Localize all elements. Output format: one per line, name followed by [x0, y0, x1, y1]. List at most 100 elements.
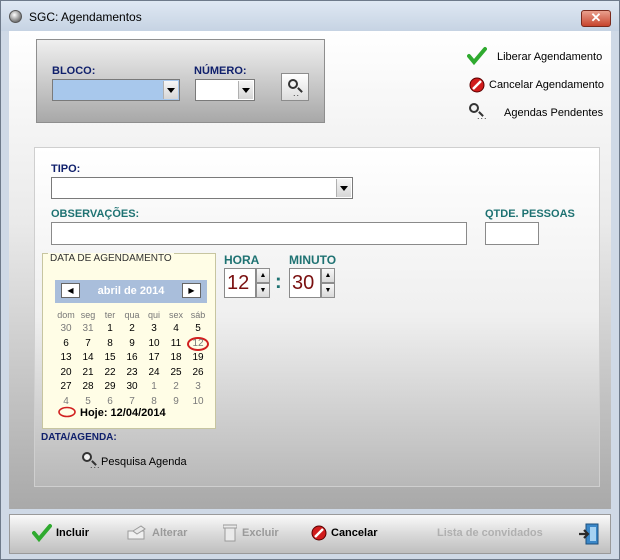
qtde-pessoas-label: QTDE. PESSOAS — [485, 208, 575, 220]
hora-label: HORA — [224, 253, 260, 267]
data-agenda-label: DATA/AGENDA: — [41, 432, 117, 443]
trash-icon — [222, 524, 238, 545]
calendar-day[interactable]: 7 — [77, 338, 99, 349]
exit-icon[interactable] — [578, 522, 600, 549]
window-title: SGC: Agendamentos — [29, 10, 142, 24]
qtde-pessoas-field[interactable] — [485, 222, 539, 245]
calendar-day[interactable]: 9 — [165, 396, 187, 407]
calendar-day[interactable]: 8 — [99, 338, 121, 349]
calendar-day[interactable]: 12 — [187, 338, 209, 349]
calendar-day[interactable]: 22 — [99, 367, 121, 378]
search-icon: ... — [469, 103, 489, 123]
checkmark-icon — [32, 523, 52, 546]
calendar-day[interactable]: 7 — [121, 396, 143, 407]
time-separator: : — [275, 271, 282, 293]
minuto-up-button[interactable]: ▲ — [321, 268, 335, 283]
bottom-toolbar: Incluir Alterar Excluir Cancelar Lista d… — [9, 514, 611, 554]
calendar-day[interactable]: 15 — [99, 352, 121, 363]
client-area: BLOCO: NÚMERO: .. Liberar Agendamento Ca… — [9, 31, 611, 509]
calendar-day[interactable]: 26 — [187, 367, 209, 378]
calendar-header: ◀ abril de 2014 ▶ — [55, 280, 207, 303]
tipo-select[interactable] — [51, 177, 353, 199]
bloco-label: BLOCO: — [52, 65, 96, 77]
today-link[interactable]: Hoje: 12/04/2014 — [80, 407, 166, 419]
calendar-group: DATA DE AGENDAMENTO ◀ abril de 2014 ▶ do… — [42, 253, 216, 429]
next-month-button[interactable]: ▶ — [182, 283, 201, 298]
calendar-day[interactable]: 27 — [55, 381, 77, 392]
calendar-legend: DATA DE AGENDAMENTO — [48, 253, 174, 264]
close-button[interactable]: ✕ — [581, 10, 611, 27]
alterar-button[interactable]: Alterar — [152, 527, 187, 539]
hora-down-button[interactable]: ▼ — [256, 283, 270, 298]
calendar-day[interactable]: 1 — [143, 381, 165, 392]
calendar-day[interactable]: 20 — [55, 367, 77, 378]
today-marker-icon — [57, 406, 77, 421]
hora-spinner: ▲ ▼ — [256, 268, 270, 298]
calendar-day[interactable]: 21 — [77, 367, 99, 378]
chevron-down-icon — [238, 81, 253, 99]
minuto-label: MINUTO — [289, 253, 337, 267]
edit-icon — [127, 525, 149, 544]
search-button[interactable]: .. — [281, 73, 309, 101]
filter-panel: BLOCO: NÚMERO: .. — [36, 39, 325, 123]
calendar-day[interactable]: 4 — [55, 396, 77, 407]
lista-convidados-button[interactable]: Lista de convidados — [437, 527, 543, 539]
minuto-field[interactable]: 30 — [289, 268, 321, 298]
weekday-header: seg — [80, 310, 96, 320]
app-icon — [9, 10, 22, 23]
title-bar[interactable]: SGC: Agendamentos ✕ — [1, 1, 619, 31]
chevron-down-icon — [336, 179, 351, 197]
agendas-pendentes-link[interactable]: Agendas Pendentes — [504, 107, 603, 119]
calendar-day[interactable]: 11 — [165, 338, 187, 349]
calendar-day[interactable]: 30 — [55, 323, 77, 334]
calendar-day[interactable]: 16 — [121, 352, 143, 363]
pesquisa-agenda-link[interactable]: Pesquisa Agenda — [101, 456, 187, 468]
calendar-day[interactable]: 10 — [187, 396, 209, 407]
minuto-spinner: ▲ ▼ — [321, 268, 335, 298]
calendar-day[interactable]: 18 — [165, 352, 187, 363]
calendar-day[interactable]: 17 — [143, 352, 165, 363]
calendar-day[interactable]: 31 — [77, 323, 99, 334]
incluir-button[interactable]: Incluir — [56, 527, 89, 539]
checkmark-icon — [467, 46, 487, 69]
minuto-down-button[interactable]: ▼ — [321, 283, 335, 298]
calendar-day[interactable]: 5 — [187, 323, 209, 334]
calendar-day[interactable]: 29 — [99, 381, 121, 392]
calendar-day[interactable]: 2 — [165, 381, 187, 392]
calendar-day[interactable]: 1 — [99, 323, 121, 334]
liberar-agendamento-link[interactable]: Liberar Agendamento — [497, 51, 602, 63]
chevron-down-icon — [163, 81, 178, 99]
calendar-day[interactable]: 14 — [77, 352, 99, 363]
observacoes-label: OBSERVAÇÕES: — [51, 208, 140, 220]
calendar-day[interactable]: 3 — [187, 381, 209, 392]
calendar-day[interactable]: 30 — [121, 381, 143, 392]
observacoes-field[interactable] — [51, 222, 467, 245]
hora-up-button[interactable]: ▲ — [256, 268, 270, 283]
cancelar-button[interactable]: Cancelar — [331, 527, 377, 539]
weekday-header: qua — [124, 310, 140, 320]
calendar-day[interactable]: 19 — [187, 352, 209, 363]
weekday-header: sáb — [190, 310, 206, 320]
weekday-header: ter — [104, 310, 116, 320]
calendar-day[interactable]: 10 — [143, 338, 165, 349]
cancelar-agendamento-link[interactable]: Cancelar Agendamento — [489, 79, 604, 91]
cancel-icon — [311, 525, 327, 544]
calendar-day[interactable]: 25 — [165, 367, 187, 378]
hora-field[interactable]: 12 — [224, 268, 256, 298]
excluir-button[interactable]: Excluir — [242, 527, 279, 539]
calendar-day[interactable]: 9 — [121, 338, 143, 349]
numero-select[interactable] — [195, 79, 255, 101]
calendar-day[interactable]: 13 — [55, 352, 77, 363]
calendar-day[interactable]: 6 — [55, 338, 77, 349]
cancel-icon — [469, 77, 485, 96]
calendar-day[interactable]: 28 — [77, 381, 99, 392]
calendar-day[interactable]: 3 — [143, 323, 165, 334]
calendar-day[interactable]: 8 — [143, 396, 165, 407]
bloco-select[interactable] — [52, 79, 180, 101]
calendar-day[interactable]: 2 — [121, 323, 143, 334]
calendar-day[interactable]: 4 — [165, 323, 187, 334]
calendar-day[interactable]: 6 — [99, 396, 121, 407]
calendar-day[interactable]: 24 — [143, 367, 165, 378]
calendar-day[interactable]: 5 — [77, 396, 99, 407]
calendar-day[interactable]: 23 — [121, 367, 143, 378]
